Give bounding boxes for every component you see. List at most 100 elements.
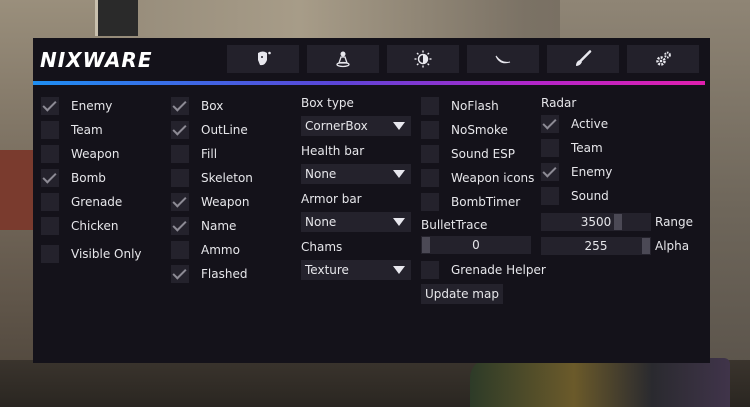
slider-knob[interactable] xyxy=(642,238,650,254)
option-noflash[interactable]: NoFlash xyxy=(421,94,546,118)
option-label: Visible Only xyxy=(71,247,142,261)
brightness-icon xyxy=(414,50,432,68)
slider-value: 3500 xyxy=(580,215,612,229)
health-bar-dropdown[interactable]: None xyxy=(301,164,411,184)
checkbox[interactable] xyxy=(171,97,189,115)
tab-brightness[interactable] xyxy=(387,45,459,73)
brush-icon xyxy=(576,50,592,66)
bullet-trace-slider[interactable]: 0 xyxy=(421,236,531,254)
accent-gradient-bar xyxy=(33,81,705,85)
dropdown-value: CornerBox xyxy=(305,119,368,133)
box-type-dropdown[interactable]: CornerBox xyxy=(301,116,411,136)
checkbox[interactable] xyxy=(41,145,59,163)
option-radar-team[interactable]: Team xyxy=(541,136,693,160)
option-label: Chicken xyxy=(71,219,119,233)
checkbox[interactable] xyxy=(421,261,439,279)
radar-title: Radar xyxy=(541,96,577,110)
slider-knob[interactable] xyxy=(422,237,430,253)
option-nosmoke[interactable]: NoSmoke xyxy=(421,118,546,142)
checkbox[interactable] xyxy=(541,163,559,181)
tab-player[interactable] xyxy=(307,45,379,73)
slider-value: 0 xyxy=(472,238,480,252)
checkbox[interactable] xyxy=(41,193,59,211)
option-weapon-icons[interactable]: Weapon icons xyxy=(421,166,546,190)
checkbox[interactable] xyxy=(421,121,439,139)
option-sound-esp[interactable]: Sound ESP xyxy=(421,142,546,166)
option-ammo[interactable]: Ammo xyxy=(171,238,253,262)
box-type-label: Box type xyxy=(301,96,354,110)
option-flashed[interactable]: Flashed xyxy=(171,262,253,286)
option-enemy[interactable]: Enemy xyxy=(41,94,142,118)
esp-elements-column: Box OutLine Fill Skeleton Weapon Name Am… xyxy=(171,94,253,286)
update-map-button[interactable]: Update map xyxy=(421,284,503,304)
option-outline[interactable]: OutLine xyxy=(171,118,253,142)
option-radar-sound[interactable]: Sound xyxy=(541,184,693,208)
option-label: Weapon xyxy=(201,195,250,209)
option-label: Skeleton xyxy=(201,171,253,185)
dropdown-value: Texture xyxy=(305,263,349,277)
chams-dropdown[interactable]: Texture xyxy=(301,260,411,280)
option-label: Flashed xyxy=(201,267,248,281)
checkbox[interactable] xyxy=(41,217,59,235)
checkbox[interactable] xyxy=(171,265,189,283)
checkbox[interactable] xyxy=(171,169,189,187)
option-label: Weapon icons xyxy=(451,171,535,185)
checkbox[interactable] xyxy=(421,145,439,163)
armor-bar-dropdown[interactable]: None xyxy=(301,212,411,232)
option-label: Enemy xyxy=(71,99,113,113)
checkbox[interactable] xyxy=(171,241,189,259)
option-fill[interactable]: Fill xyxy=(171,142,253,166)
option-visible-only[interactable]: Visible Only xyxy=(41,242,142,266)
option-label: OutLine xyxy=(201,123,248,137)
radar-range-slider[interactable]: 3500 xyxy=(541,213,651,231)
option-chicken[interactable]: Chicken xyxy=(41,214,142,238)
option-label: Team xyxy=(571,141,603,155)
esp-targets-column: Enemy Team Weapon Bomb Grenade Chicken V… xyxy=(41,94,142,266)
option-label: Box xyxy=(201,99,224,113)
checkbox[interactable] xyxy=(171,217,189,235)
radar-alpha-slider[interactable]: 255 xyxy=(541,237,651,255)
dropdown-arrow-icon xyxy=(393,122,405,130)
option-name[interactable]: Name xyxy=(171,214,253,238)
tab-settings[interactable] xyxy=(627,45,699,73)
checkbox[interactable] xyxy=(421,193,439,211)
option-label: Team xyxy=(71,123,103,137)
tab-misc[interactable] xyxy=(467,45,539,73)
checkbox[interactable] xyxy=(41,245,59,263)
checkbox[interactable] xyxy=(541,115,559,133)
option-radar-active[interactable]: Active xyxy=(541,112,693,136)
option-label: BombTimer xyxy=(451,195,521,209)
option-weapon-esp[interactable]: Weapon xyxy=(171,190,253,214)
checkbox[interactable] xyxy=(541,139,559,157)
option-label: Weapon xyxy=(71,147,120,161)
checkbox[interactable] xyxy=(421,169,439,187)
option-bomb[interactable]: Bomb xyxy=(41,166,142,190)
tab-skins[interactable] xyxy=(547,45,619,73)
option-bombtimer[interactable]: BombTimer xyxy=(421,190,546,214)
tab-bar xyxy=(227,45,699,73)
radar-range-label: Range xyxy=(655,215,694,229)
slider-knob[interactable] xyxy=(614,214,622,230)
checkbox[interactable] xyxy=(41,169,59,187)
chams-label: Chams xyxy=(301,240,343,254)
checkbox[interactable] xyxy=(421,97,439,115)
checkbox[interactable] xyxy=(171,193,189,211)
checkbox[interactable] xyxy=(171,145,189,163)
option-skeleton[interactable]: Skeleton xyxy=(171,166,253,190)
option-weapon[interactable]: Weapon xyxy=(41,142,142,166)
checkbox[interactable] xyxy=(171,121,189,139)
option-label: Active xyxy=(571,117,609,131)
armor-bar-label: Armor bar xyxy=(301,192,362,206)
option-grenade[interactable]: Grenade xyxy=(41,190,142,214)
checkbox[interactable] xyxy=(541,187,559,205)
radar-alpha-label: Alpha xyxy=(655,239,690,253)
option-team[interactable]: Team xyxy=(41,118,142,142)
checkbox[interactable] xyxy=(41,121,59,139)
option-grenade-helper[interactable]: Grenade Helper xyxy=(421,258,546,282)
option-label: NoSmoke xyxy=(451,123,508,137)
dropdown-arrow-icon xyxy=(393,266,405,274)
option-radar-enemy[interactable]: Enemy xyxy=(541,160,693,184)
tab-face[interactable] xyxy=(227,45,299,73)
option-box[interactable]: Box xyxy=(171,94,253,118)
checkbox[interactable] xyxy=(41,97,59,115)
